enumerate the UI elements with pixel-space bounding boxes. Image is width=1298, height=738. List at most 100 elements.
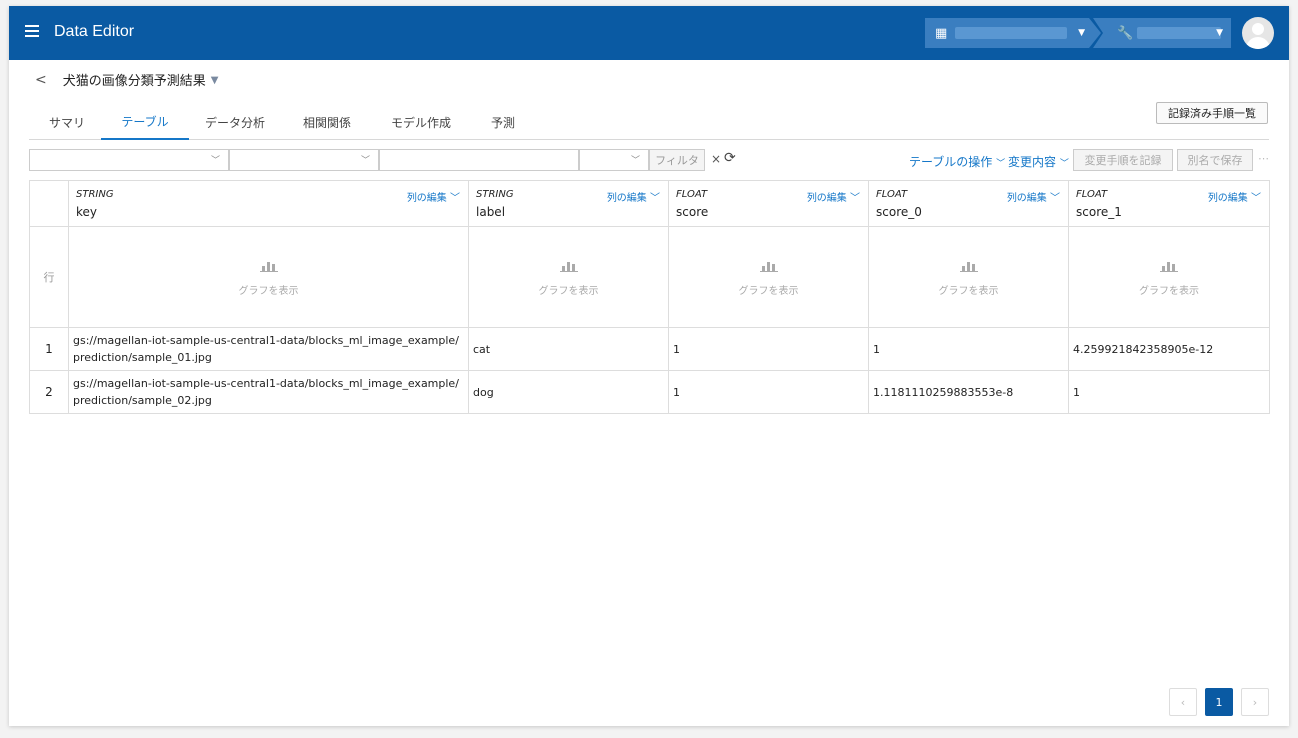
show-graph-label: グラフを表示 [1139, 286, 1199, 297]
operator-select[interactable]: ﹀ [229, 149, 379, 171]
show-graph-label: グラフを表示 [238, 286, 299, 297]
show-graph-cell[interactable]: グラフを表示 [68, 226, 469, 328]
chevron-down-icon: ﹀ [210, 156, 220, 166]
show-graph-cell[interactable]: グラフを表示 [868, 226, 1069, 328]
next-page-button[interactable]: › [1241, 688, 1269, 716]
chevron-down-icon: ﹀ [1059, 159, 1069, 169]
show-graph-label: グラフを表示 [738, 286, 799, 297]
edit-column-link[interactable]: 列の編集 ﹀ [407, 189, 460, 204]
refresh-icon[interactable]: ⟳ [724, 150, 736, 166]
app-window: Data Editor ▦ ▼ 🔧 ▼ < 犬猫の画像分類予測結果 ▼ サマリ … [9, 6, 1289, 726]
top-bar: Data Editor ▦ ▼ 🔧 ▼ [9, 6, 1289, 60]
logic-select[interactable]: ﹀ [579, 149, 649, 171]
column-name: label [476, 205, 506, 219]
table-cell[interactable]: cat [468, 327, 669, 371]
changes-label: 変更内容 [1008, 155, 1057, 169]
chart-icon [959, 258, 978, 272]
table-cell[interactable]: 1 [668, 370, 869, 414]
column-type: STRING [76, 189, 114, 200]
chart-icon [759, 258, 778, 272]
page-button-current[interactable]: 1 [1205, 688, 1233, 716]
column-name: score_0 [876, 205, 922, 219]
show-graph-cell[interactable]: グラフを表示 [468, 226, 669, 328]
row-number: 1 [29, 327, 69, 371]
row-header-label: 行 [29, 226, 69, 328]
save-as-button[interactable]: 別名で保存 [1177, 149, 1253, 171]
edit-column-link[interactable]: 列の編集 ﹀ [807, 189, 860, 204]
tab-data-analysis[interactable]: データ分析 [189, 104, 281, 140]
table-operations-label: テーブルの操作 [909, 155, 993, 169]
show-graph-label: グラフを表示 [538, 286, 599, 297]
table-cell[interactable]: dog [468, 370, 669, 414]
organization-name-redacted [955, 27, 1067, 39]
table-cell[interactable]: 1.1181110259883553e-8 [868, 370, 1069, 414]
clear-filter-icon[interactable]: × [711, 152, 721, 166]
chevron-down-icon: ﹀ [630, 156, 640, 166]
project-name-redacted [1137, 27, 1221, 39]
chart-icon [559, 258, 578, 272]
column-header-score: FLOAT 列の編集 ﹀ score [668, 180, 869, 227]
changes-menu[interactable]: 変更内容 ﹀ [1008, 153, 1069, 170]
edit-column-link[interactable]: 列の編集 ﹀ [607, 189, 660, 204]
tab-bar: サマリ テーブル データ分析 相関関係 モデル作成 予測 [29, 104, 1269, 140]
chevron-down-icon: ▼ [1078, 28, 1085, 38]
column-name: score [676, 205, 709, 219]
filter-button[interactable]: フィルタ [649, 149, 705, 171]
more-icon[interactable]: ⋯ [1258, 152, 1269, 165]
show-graph-cell[interactable]: グラフを表示 [1068, 226, 1270, 328]
tab-summary[interactable]: サマリ [29, 104, 105, 140]
edit-column-label: 列の編集 [806, 193, 847, 204]
column-name: key [76, 205, 98, 219]
chart-icon [1160, 258, 1178, 272]
show-graph-label: グラフを表示 [938, 286, 999, 297]
tab-model-creation[interactable]: モデル作成 [375, 104, 467, 140]
tab-correlation[interactable]: 相関関係 [287, 104, 367, 140]
table-cell[interactable]: gs://magellan-iot-sample-us-central1-dat… [68, 327, 469, 371]
record-steps-button[interactable]: 変更手順を記録 [1073, 149, 1173, 171]
chevron-down-icon: ▼ [1216, 28, 1223, 38]
tab-prediction[interactable]: 予測 [473, 104, 533, 140]
column-header-label: STRING 列の編集 ﹀ label [468, 180, 669, 227]
column-type: FLOAT [876, 189, 908, 200]
edit-column-label: 列の編集 [1006, 193, 1047, 204]
avatar[interactable] [1242, 17, 1274, 49]
show-graph-cell[interactable]: グラフを表示 [668, 226, 869, 328]
table-cell[interactable]: gs://magellan-iot-sample-us-central1-dat… [68, 370, 469, 414]
app-title: Data Editor [54, 23, 135, 40]
column-header-key: STRING 列の編集 ﹀ key [68, 180, 469, 227]
tab-table[interactable]: テーブル [101, 104, 189, 140]
corner-cell [29, 180, 69, 227]
column-type: FLOAT [1076, 189, 1108, 200]
project-selector[interactable]: 🔧 ▼ [1093, 18, 1231, 48]
column-header-score-1: FLOAT 列の編集 ﹀ score_1 [1068, 180, 1270, 227]
table-operations-menu[interactable]: テーブルの操作 ﹀ [909, 153, 1005, 170]
building-icon: ▦ [935, 25, 948, 41]
filter-value-input[interactable] [379, 149, 579, 171]
recorded-steps-button[interactable]: 記録済み手順一覧 [1156, 102, 1268, 124]
table-row: 1 gs://magellan-iot-sample-us-central1-d… [29, 327, 1270, 371]
column-name: score_1 [1076, 205, 1122, 219]
back-icon[interactable]: < [35, 72, 47, 88]
table-cell[interactable]: 1 [1068, 370, 1270, 414]
menu-icon[interactable] [25, 25, 39, 37]
column-type: STRING [476, 189, 514, 200]
column-header-score-0: FLOAT 列の編集 ﹀ score_0 [868, 180, 1069, 227]
column-select[interactable]: ﹀ [29, 149, 229, 171]
data-table: STRING 列の編集 ﹀ key STRING 列の編集 ﹀ label FL… [29, 180, 1270, 414]
edit-column-link[interactable]: 列の編集 ﹀ [1208, 189, 1261, 204]
chart-icon [259, 258, 278, 272]
edit-column-link[interactable]: 列の編集 ﹀ [1007, 189, 1060, 204]
table-cell[interactable]: 1 [868, 327, 1069, 371]
edit-column-label: 列の編集 [406, 193, 447, 204]
organization-selector[interactable]: ▦ ▼ [925, 18, 1101, 48]
prev-page-button[interactable]: ‹ [1169, 688, 1197, 716]
page-header: < 犬猫の画像分類予測結果 ▼ [35, 70, 219, 90]
row-number: 2 [29, 370, 69, 414]
title-dropdown-icon[interactable]: ▼ [211, 75, 219, 86]
wrench-icon: 🔧 [1117, 25, 1134, 41]
table-row: 2 gs://magellan-iot-sample-us-central1-d… [29, 370, 1270, 414]
table-cell[interactable]: 1 [668, 327, 869, 371]
page-title: 犬猫の画像分類予測結果 [62, 74, 206, 89]
table-cell[interactable]: 4.259921842358905e-12 [1068, 327, 1270, 371]
column-type: FLOAT [676, 189, 708, 200]
